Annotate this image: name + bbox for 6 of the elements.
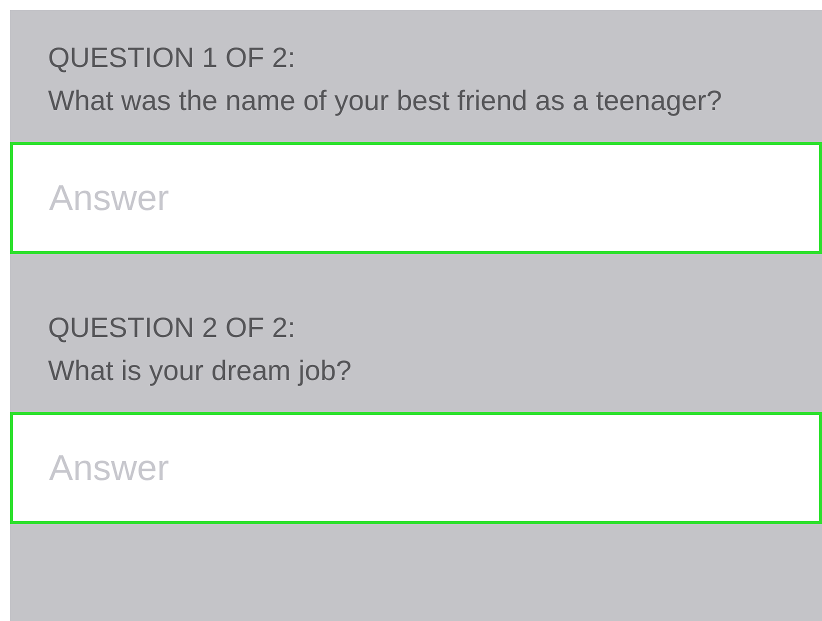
answer-field[interactable]: Answer: [10, 142, 822, 254]
question-number: QUESTION 2 OF 2:: [47, 311, 296, 345]
answer-field[interactable]: Answer: [10, 412, 822, 524]
question-text: What was the name of your best friend as a teenager?: [47, 84, 723, 118]
question-number: QUESTION 1 OF 2:: [47, 41, 296, 75]
question-text: What is your dream job?: [47, 354, 352, 388]
